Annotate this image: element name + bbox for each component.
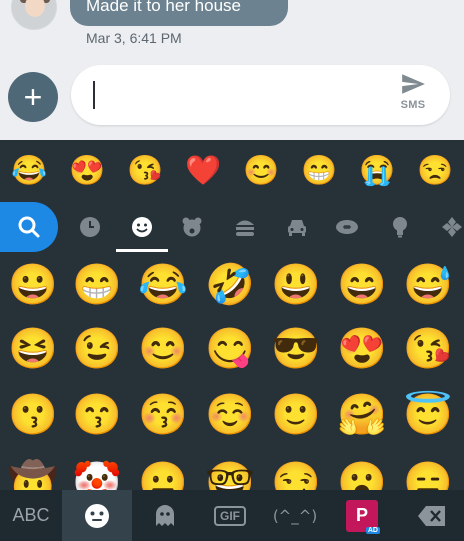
smiley-icon [132,217,152,237]
recent-emoji[interactable]: 😒 [406,140,464,202]
emoji-key[interactable]: 🤗 [329,382,395,448]
emoji-key[interactable]: 🤡 [64,450,130,490]
message-input[interactable] [89,77,379,113]
emoji-keyboard: 😂 😍 😘 ❤️ 😊 😁 😭 😒 😀 😁 😂 🤣 😃 😄 😅 😆 😉 😊 😋 😎… [0,140,464,541]
search-icon [18,216,40,238]
keyboard-bottom-bar: ABC GIF (^_^) P AD [0,490,464,541]
recent-emoji[interactable]: 😭 [348,140,406,202]
message-timestamp: Mar 3, 6:41 PM [86,30,182,46]
recent-emoji[interactable]: ❤️ [174,140,232,202]
emoji-key[interactable]: 😀 [0,252,66,318]
gif-button[interactable]: GIF [198,490,262,541]
recent-emoji[interactable]: 😊 [232,140,290,202]
emoji-grid: 😀 😁 😂 🤣 😃 😄 😅 😆 😉 😊 😋 😎 😍 😘 😗 😙 😚 ☺️ 🙂 🤗 😇 🤠 🤡 😐 🤓 😏 😮 😑 [0,252,464,490]
contact-avatar[interactable] [11,0,57,30]
sticker-ad-button[interactable]: P AD [336,490,388,541]
emoji-key[interactable]: 😚 [130,382,196,448]
emoji-category-bar [0,202,464,252]
recent-emoji[interactable]: 😘 [116,140,174,202]
ghost-icon [156,504,174,526]
emoticon-button[interactable] [132,490,198,541]
category-travel[interactable] [277,202,317,252]
emoji-key[interactable]: 🙂 [263,382,329,448]
gif-label: GIF [214,505,246,526]
emoji-key[interactable]: 😗 [0,382,66,448]
recent-emoji[interactable]: 😍 [58,140,116,202]
burger-icon [236,220,254,236]
emoji-mode-button[interactable] [62,490,132,541]
emoji-face-icon [85,503,109,528]
messaging-screen: Made it to her house Mar 3, 6:41 PM + SM… [0,0,464,541]
emoji-key[interactable]: 😘 [395,316,461,382]
emoji-key[interactable]: 😁 [64,252,130,318]
car-icon [288,220,306,236]
symbols-icon [442,217,462,237]
add-attachment-button[interactable]: + [8,72,58,122]
emoji-key[interactable]: 😄 [329,252,395,318]
recent-emoji-row: 😂 😍 😘 ❤️ 😊 😁 😭 😒 [0,140,464,202]
bear-icon [182,217,202,237]
category-animals[interactable] [172,202,212,252]
avatar-face [25,0,45,17]
ad-badge: AD [365,526,380,534]
lightbulb-icon [393,217,407,238]
emoji-key[interactable]: 😙 [64,382,130,448]
emoji-key[interactable]: 😑 [395,450,461,490]
emoji-key[interactable]: 😍 [329,316,395,382]
category-smileys[interactable] [116,202,168,252]
emoji-key[interactable]: 😮 [329,450,395,490]
category-recent[interactable] [70,202,110,252]
delete-button[interactable] [400,490,464,541]
category-activities[interactable] [327,202,367,252]
emoji-key[interactable]: 😇 [395,382,461,448]
text-caret [93,81,95,109]
recent-emoji[interactable]: 😁 [290,140,348,202]
football-icon [336,220,358,234]
emoji-key[interactable]: 😊 [130,316,196,382]
emoji-key[interactable]: 😉 [64,316,130,382]
emoji-key[interactable]: 😋 [197,316,263,382]
emoji-key[interactable]: 😅 [395,252,461,318]
emoji-key[interactable]: 😆 [0,316,66,382]
emoji-key[interactable]: 🤓 [197,450,263,490]
plus-icon: + [23,79,43,115]
abc-keyboard-button[interactable]: ABC [0,490,62,541]
conversation-area: Made it to her house Mar 3, 6:41 PM + SM… [0,0,464,140]
send-mode-label: SMS [400,99,426,111]
clock-icon [80,217,100,237]
compose-field[interactable]: SMS [71,65,450,125]
emoji-key[interactable]: ☺️ [197,382,263,448]
emoji-key[interactable]: 😃 [263,252,329,318]
sticker-app-icon: P AD [346,499,380,534]
send-icon [402,74,425,94]
backspace-icon [418,505,445,526]
emoji-key[interactable]: 🤠 [0,450,66,490]
emoji-key[interactable]: 😐 [130,450,196,490]
category-symbols[interactable] [432,202,464,252]
category-food[interactable] [225,202,265,252]
category-objects[interactable] [380,202,420,252]
emoji-key[interactable]: 😎 [263,316,329,382]
recent-emoji[interactable]: 😂 [0,140,58,202]
emoji-search-button[interactable] [0,202,58,252]
send-button[interactable]: SMS [392,71,434,119]
kaomoji-button[interactable]: (^_^) [262,490,328,541]
emoji-key[interactable]: 😏 [263,450,329,490]
emoji-key[interactable]: 😂 [130,252,196,318]
emoji-key[interactable]: 🤣 [197,252,263,318]
message-bubble[interactable]: Made it to her house [70,0,288,26]
